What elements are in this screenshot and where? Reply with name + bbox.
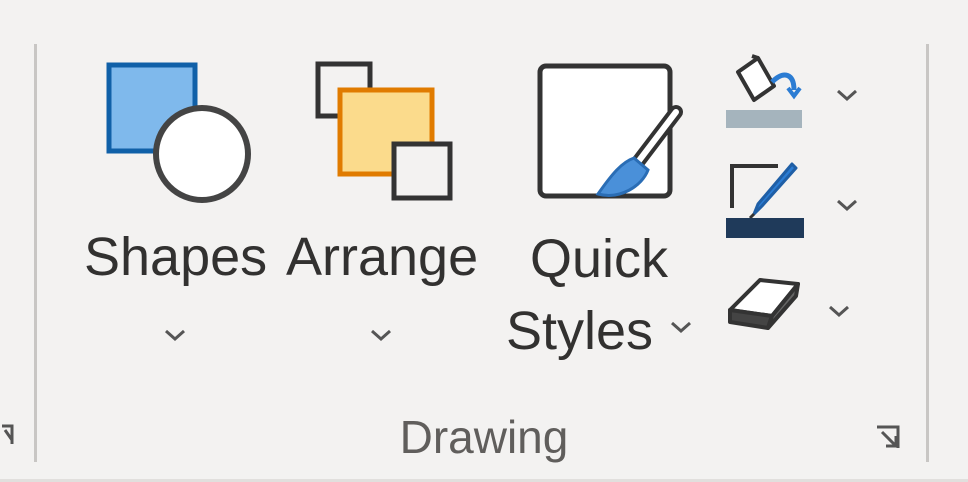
chevron-down-icon (370, 328, 392, 342)
group-separator-left (34, 44, 37, 462)
paint-bucket-icon (726, 54, 802, 128)
shape-outline-button[interactable] (724, 160, 874, 252)
dialog-launcher-icon[interactable] (874, 424, 904, 454)
arrange-button[interactable]: Arrange (282, 44, 492, 374)
quick-styles-label-line2: Styles (506, 301, 654, 361)
chevron-down-icon (836, 198, 858, 212)
arrange-icon (315, 61, 453, 201)
quick-styles-label-line1: Quick (530, 229, 669, 289)
quick-styles-button[interactable]: Quick Styles (500, 44, 708, 374)
group-separator-right (926, 44, 929, 462)
chevron-down-icon (670, 320, 692, 334)
arrange-label: Arrange (286, 227, 479, 287)
pen-outline-icon (726, 162, 804, 238)
chevron-down-icon (828, 304, 850, 318)
drawing-ribbon-group: Shapes Arrange Quick Styles Drawing (0, 0, 968, 482)
chevron-down-icon (164, 328, 186, 342)
eraser-button[interactable] (724, 270, 874, 362)
group-label-drawing: Drawing (399, 411, 569, 463)
chevron-down-icon (836, 88, 858, 102)
shapes-icon (106, 62, 251, 203)
quick-styles-icon (537, 63, 683, 199)
shape-fill-button[interactable] (724, 52, 874, 144)
shapes-label: Shapes (84, 227, 268, 287)
eraser-icon (728, 278, 800, 330)
shapes-button[interactable]: Shapes (78, 44, 278, 374)
